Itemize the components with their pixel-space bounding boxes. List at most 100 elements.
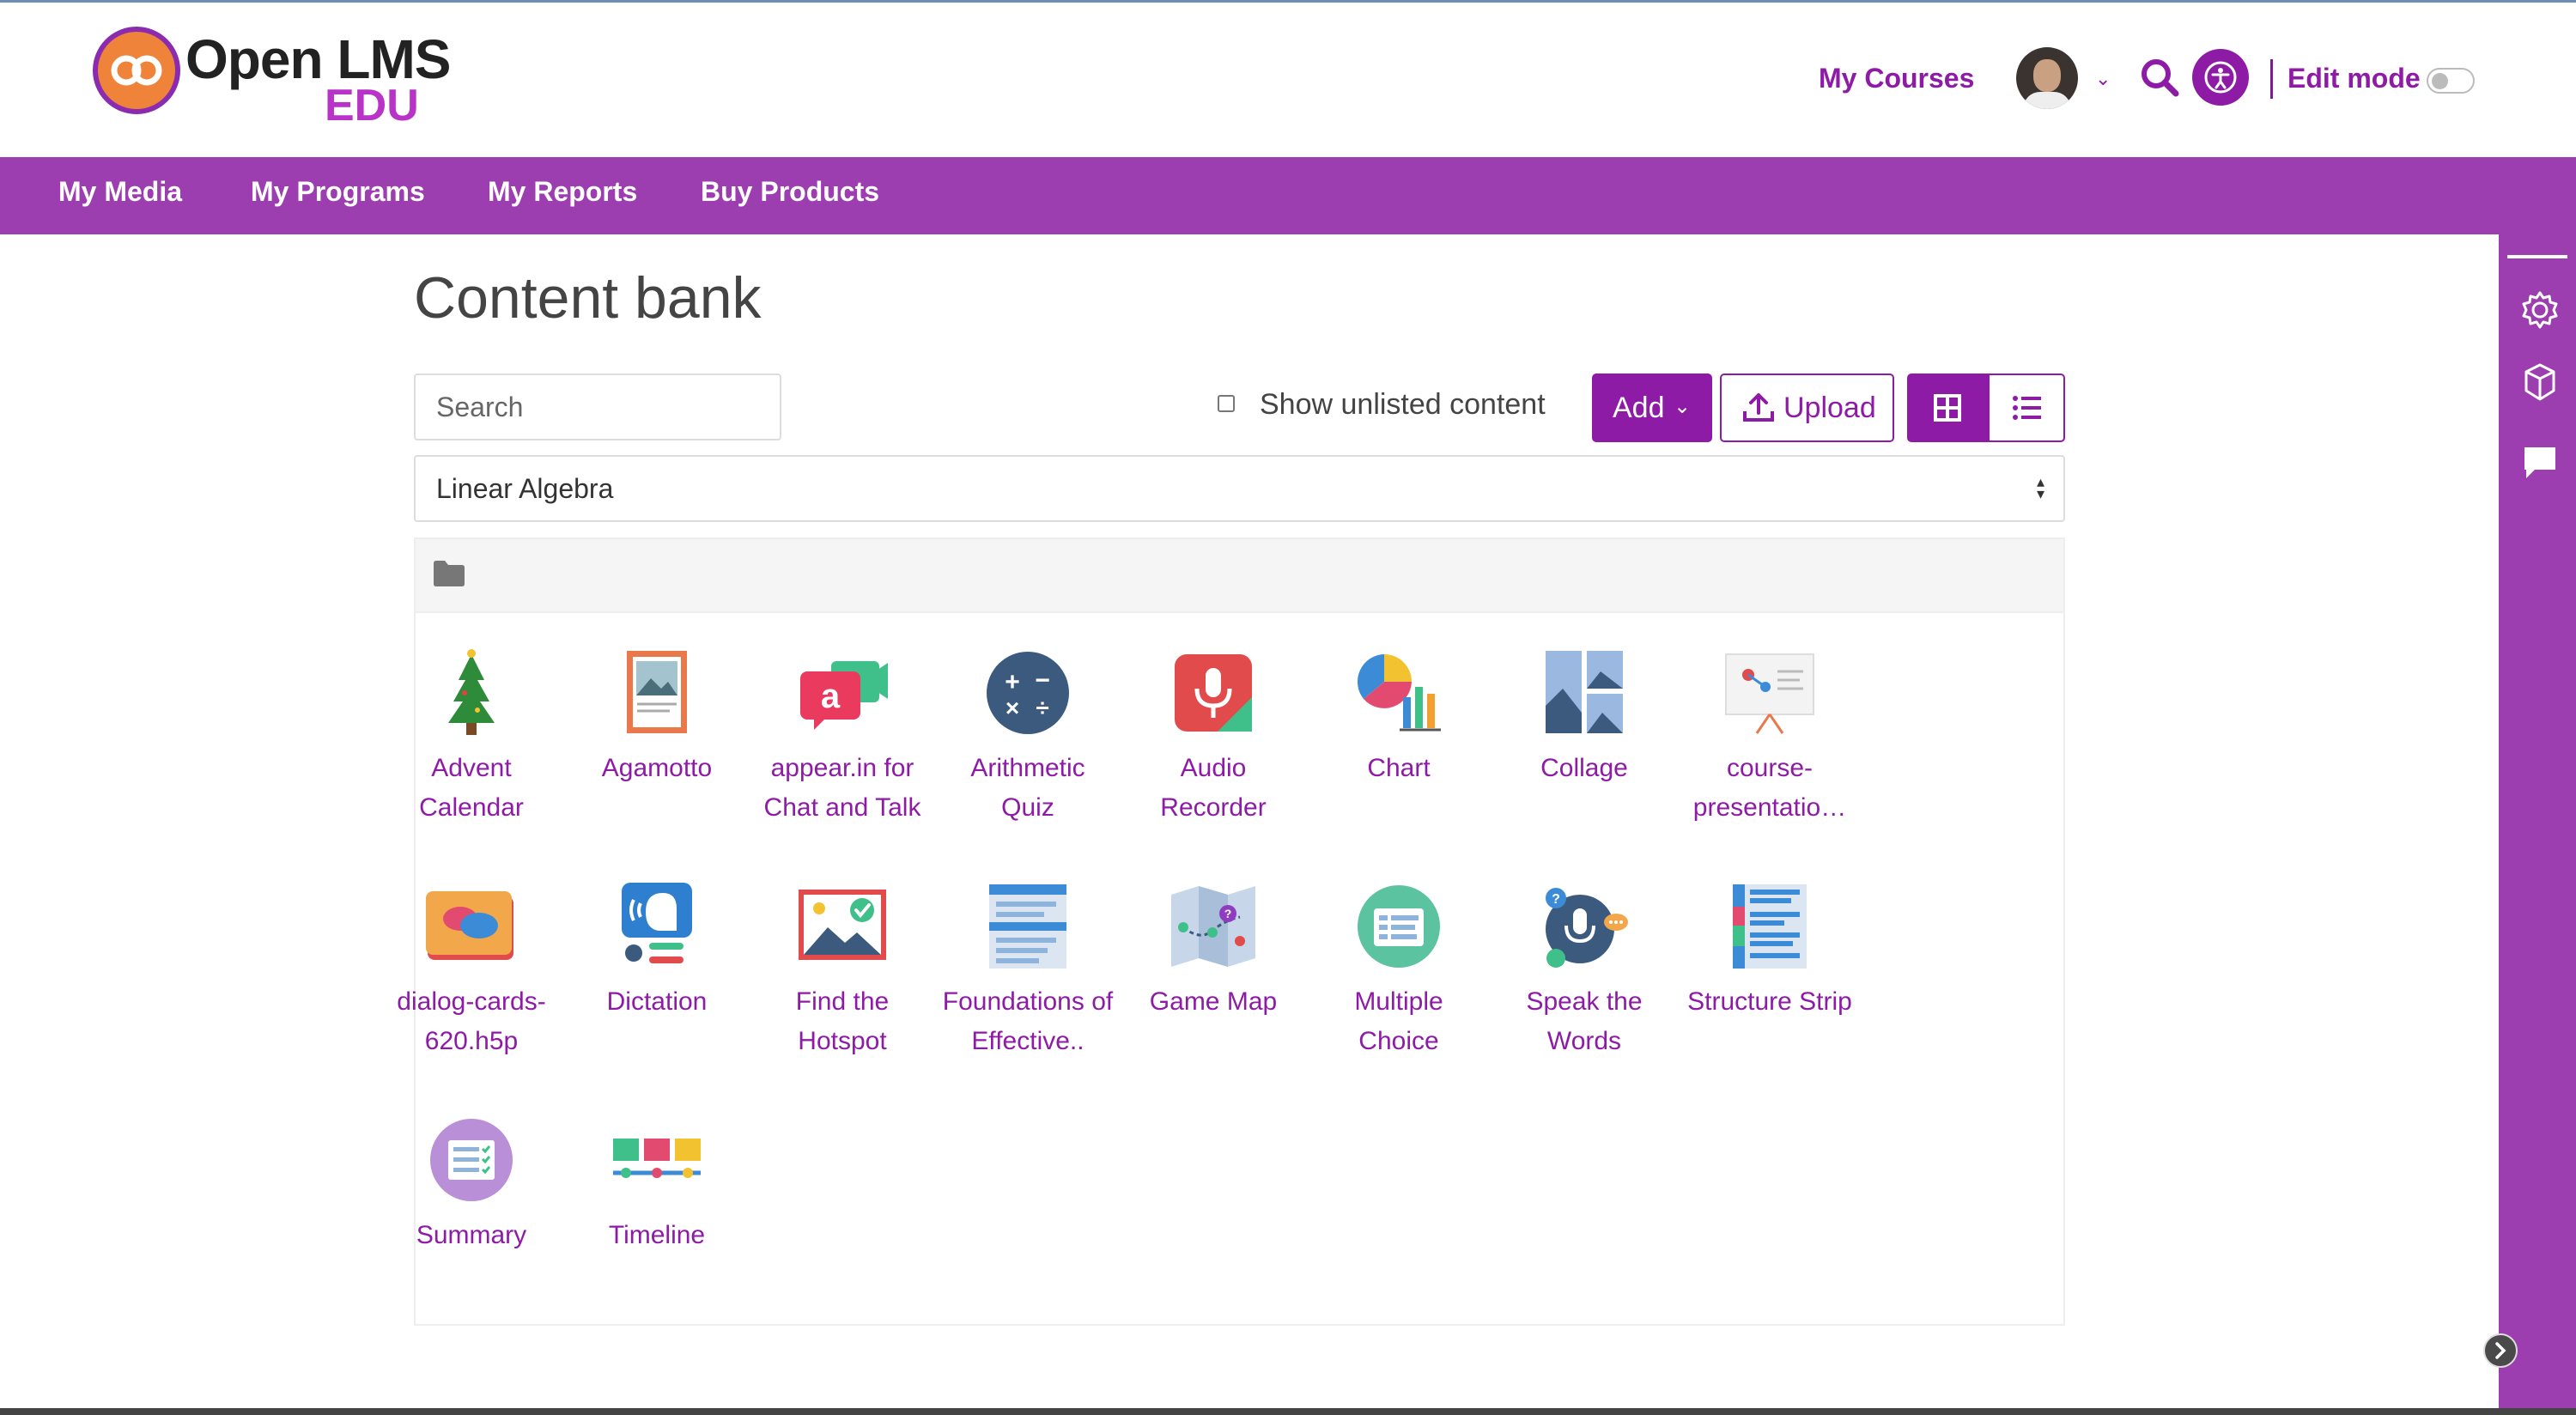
content-item-label: Advent Calendar (419, 754, 524, 822)
grid-view-button[interactable] (1907, 373, 1988, 442)
my-courses-link[interactable]: My Courses (1819, 63, 1974, 94)
multiple-choice-icon (1358, 885, 1440, 968)
advent-calendar-icon (448, 649, 495, 735)
edit-mode-toggle[interactable] (2427, 68, 2475, 94)
content-item[interactable]: Summary (386, 1113, 557, 1319)
grid-icon (1934, 394, 1961, 422)
svg-text:a: a (821, 677, 841, 715)
content-item-label: Collage (1540, 754, 1628, 782)
content-item[interactable]: Foundations of Effective.. (942, 879, 1114, 1085)
content-item[interactable]: Agamotto (571, 646, 743, 852)
content-item[interactable]: Structure Strip (1684, 879, 1856, 1085)
content-item[interactable]: ? Game Map (1127, 879, 1299, 1085)
svg-text:÷: ÷ (1036, 695, 1048, 721)
svg-text:?: ? (1552, 892, 1560, 907)
content-item-label: Chart (1367, 754, 1431, 782)
content-item-label: Speak the Words (1526, 987, 1643, 1055)
add-button-label: Add (1613, 392, 1665, 424)
content-item[interactable]: Collage (1498, 646, 1670, 852)
content-item[interactable]: Chart (1313, 646, 1485, 852)
show-unlisted-checkbox[interactable] (1218, 395, 1235, 412)
content-item[interactable]: + − × ÷ Arithmetic Quiz (942, 646, 1114, 852)
list-view-button[interactable] (1988, 373, 2065, 442)
content-item-label: course-presentatio… (1692, 754, 1847, 822)
summary-icon (430, 1119, 513, 1201)
content-item-label: Audio Recorder (1160, 754, 1267, 822)
user-avatar[interactable] (2016, 47, 2078, 109)
blocks-icon[interactable] (2519, 361, 2561, 403)
content-item-label: Timeline (608, 1221, 706, 1249)
avatar-shirt (2023, 92, 2071, 109)
find-hotspot-icon (799, 890, 886, 960)
nav-my-programs[interactable]: My Programs (251, 176, 425, 208)
folder-icon[interactable] (433, 560, 465, 587)
bottom-border (0, 1408, 2576, 1415)
chart-icon (1357, 654, 1441, 732)
logo-text-edu: EDU (325, 81, 419, 131)
content-item[interactable]: Multiple Choice (1313, 879, 1485, 1085)
course-presentation-icon (1725, 653, 1814, 734)
drawer-collapse-chevron-icon[interactable] (2483, 1333, 2518, 1368)
content-item[interactable]: course-presentatio… (1684, 646, 1856, 852)
content-item-label: Find the Hotspot (795, 987, 890, 1055)
user-menu-chevron-down-icon[interactable]: ⌄ (2095, 68, 2111, 90)
dialog-cards-icon (426, 891, 513, 960)
add-chevron-down-icon: ⌄ (1674, 395, 1692, 418)
appear-in-icon: a (800, 661, 888, 730)
right-drawer (2499, 234, 2576, 1408)
content-item-label: Structure Strip (1687, 987, 1852, 1016)
toggle-knob (2432, 73, 2448, 89)
site-header: Open LMS EDU My Courses ⌄ Edit mode (0, 3, 2576, 157)
context-select[interactable]: Linear Algebra ▴ ▾ (414, 455, 2065, 522)
dictation-icon (622, 883, 692, 963)
page-title: Content bank (414, 265, 762, 331)
search-input[interactable] (414, 373, 781, 440)
list-icon (2013, 396, 2041, 420)
header-divider (2270, 59, 2273, 99)
upload-button[interactable]: Upload (1720, 373, 1894, 442)
avatar-face (2033, 59, 2061, 92)
accessibility-icon[interactable] (2192, 49, 2249, 106)
nav-my-media[interactable]: My Media (58, 176, 182, 208)
content-item[interactable]: dialog-cards-620.h5p (386, 879, 557, 1085)
search-icon[interactable] (2138, 56, 2181, 99)
content-item[interactable]: Timeline (571, 1113, 743, 1319)
agamotto-icon (627, 651, 687, 733)
content-item[interactable]: Audio Recorder (1127, 646, 1299, 852)
content-item-label: Dictation (606, 987, 708, 1016)
add-button[interactable]: Add ⌄ (1592, 373, 1712, 442)
content-item[interactable]: ? Speak the Words (1498, 879, 1670, 1085)
nav-buy-products[interactable]: Buy Products (701, 176, 879, 208)
game-map-icon: ? (1171, 886, 1255, 967)
drawer-handle (2507, 255, 2567, 258)
content-bank-panel: Advent Calendar Agamotto a appear.in for… (397, 537, 2065, 1326)
message-icon[interactable] (2519, 442, 2561, 483)
content-item-label: dialog-cards-620.h5p (397, 987, 546, 1055)
show-unlisted-label: Show unlisted content (1260, 388, 1546, 421)
primary-navigation: My Media My Programs My Reports Buy Prod… (0, 157, 2576, 234)
site-logo[interactable]: Open LMS EDU (93, 24, 451, 136)
logo-mark-icon (93, 27, 180, 114)
content-item-label: Summary (416, 1221, 527, 1249)
content-item-label: Arithmetic Quiz (970, 754, 1085, 822)
content-item[interactable]: Advent Calendar (386, 646, 557, 852)
nav-my-reports[interactable]: My Reports (488, 176, 637, 208)
content-item[interactable]: a appear.in for Chat and Talk (756, 646, 928, 852)
content-item[interactable]: Find the Hotspot (756, 879, 928, 1085)
select-arrows-icon: ▴ ▾ (2036, 473, 2044, 502)
svg-text:?: ? (1224, 907, 1232, 920)
arithmetic-quiz-icon: + − × ÷ (987, 652, 1069, 734)
content-item-label: Game Map (1149, 987, 1278, 1016)
foundations-icon (989, 884, 1066, 969)
gear-icon[interactable] (2519, 289, 2561, 331)
collage-icon (1546, 651, 1623, 733)
edit-mode-label: Edit mode (2287, 63, 2421, 94)
context-select-value: Linear Algebra (436, 473, 614, 504)
speak-words-icon: ? (1546, 888, 1628, 968)
content-item-label: Multiple Choice (1354, 987, 1443, 1055)
content-bank-breadcrumb (416, 539, 2063, 613)
content-item-label: appear.in for Chat and Talk (763, 754, 921, 822)
upload-button-label: Upload (1783, 392, 1876, 424)
svg-text:−: − (1035, 666, 1050, 695)
content-item[interactable]: Dictation (571, 879, 743, 1085)
